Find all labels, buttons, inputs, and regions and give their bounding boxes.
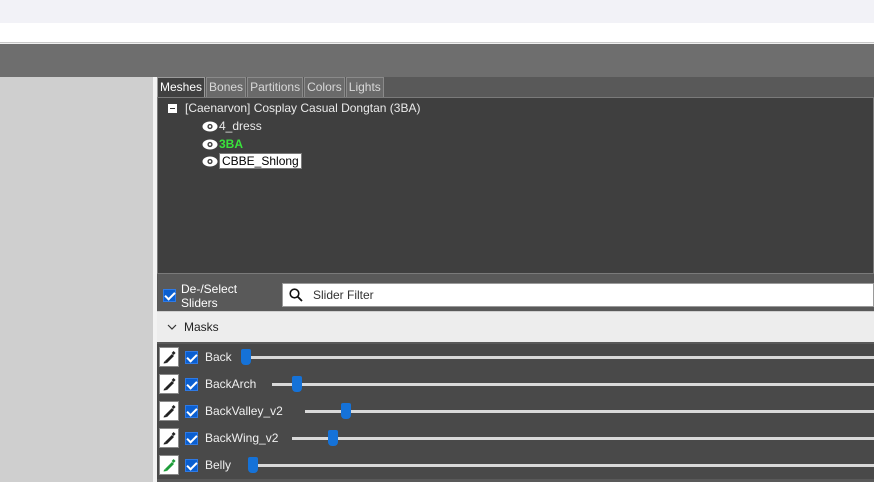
slider-checkbox[interactable] (185, 459, 198, 472)
panel-tabs: Meshes Bones Partitions Colors Lights (157, 77, 385, 97)
slider-track[interactable] (304, 410, 874, 413)
tab-lights[interactable]: Lights (345, 77, 384, 97)
tab-meshes[interactable]: Meshes (157, 77, 206, 97)
masks-group-label: Masks (184, 320, 219, 334)
slider-track[interactable] (271, 383, 874, 386)
tree-node-label: 3BA (219, 137, 244, 151)
edit-slider-button[interactable] (159, 401, 179, 421)
slider-thumb[interactable] (328, 430, 339, 446)
edit-slider-button[interactable] (159, 428, 179, 448)
slider-name: Back (205, 350, 232, 364)
slider-row: Back (157, 344, 874, 371)
slider-row: BackWing_v2 (157, 425, 874, 452)
slider-filter-input[interactable]: Slider Filter (282, 283, 874, 307)
pencil-icon (163, 405, 176, 418)
slider-track[interactable] (291, 437, 874, 440)
slider-row: Belly (157, 452, 874, 479)
toolbar (0, 44, 874, 77)
deselect-sliders-label: De-/Select Sliders (181, 281, 238, 310)
pencil-icon (163, 378, 176, 391)
tree-node-4-dress[interactable]: 4_dress (202, 118, 262, 134)
preview-panel (0, 77, 153, 482)
tree-node-3ba[interactable]: 3BA (202, 136, 243, 152)
slider-thumb[interactable] (340, 403, 351, 419)
slider-checkbox[interactable] (185, 432, 198, 445)
slider-name: BackValley_v2 (205, 404, 283, 418)
slider-track[interactable] (245, 356, 874, 359)
collapse-icon[interactable] (168, 103, 177, 113)
tab-bones[interactable]: Bones (206, 77, 247, 97)
slider-name: Belly (205, 458, 232, 472)
slider-name: BackWing_v2 (205, 431, 279, 445)
slider-checkbox[interactable] (185, 405, 198, 418)
edit-slider-button[interactable] (159, 374, 179, 394)
pencil-icon (163, 432, 176, 445)
tab-colors[interactable]: Colors (304, 77, 345, 97)
slider-row: BackArch (157, 371, 874, 398)
tree-root-node[interactable]: [Caenarvon] Cosplay Casual Dongtan (3BA) (168, 101, 420, 115)
slider-thumb[interactable] (291, 376, 302, 392)
pencil-icon (163, 351, 176, 364)
eye-icon[interactable] (202, 139, 218, 150)
slider-filter-placeholder: Slider Filter (313, 288, 374, 302)
chevron-down-icon[interactable] (167, 322, 177, 332)
tree-node-label: CBBE_Shlong (219, 153, 302, 169)
slider-name: BackArch (205, 377, 257, 391)
tree-root-label: [Caenarvon] Cosplay Casual Dongtan (3BA) (185, 101, 421, 115)
window-top-strip (0, 0, 874, 23)
slider-thumb[interactable] (248, 457, 258, 473)
slider-track[interactable] (252, 464, 874, 467)
deselect-sliders-toggle[interactable]: De-/Select Sliders (157, 281, 277, 310)
slider-toolbar: De-/Select Sliders Slider Filter (157, 281, 874, 310)
slider-thumb[interactable] (241, 349, 252, 365)
edit-slider-button[interactable] (159, 455, 179, 475)
tree-node-cbbe-shlong[interactable]: CBBE_Shlong (202, 153, 302, 169)
tab-partitions[interactable]: Partitions (247, 77, 304, 97)
eye-icon[interactable] (202, 156, 218, 167)
tree-node-label: 4_dress (219, 119, 262, 133)
mesh-tree: [Caenarvon] Cosplay Casual Dongtan (3BA)… (157, 97, 874, 274)
slider-row: BackValley_v2 (157, 398, 874, 425)
slider-checkbox[interactable] (185, 351, 198, 364)
search-icon (289, 288, 303, 302)
pencil-icon (163, 459, 176, 472)
eye-icon[interactable] (202, 121, 218, 132)
slider-checkbox[interactable] (185, 378, 198, 391)
edit-slider-button[interactable] (159, 347, 179, 367)
deselect-sliders-checkbox[interactable] (163, 289, 176, 302)
address-area (0, 23, 874, 43)
masks-group-header[interactable]: Masks (157, 311, 874, 342)
